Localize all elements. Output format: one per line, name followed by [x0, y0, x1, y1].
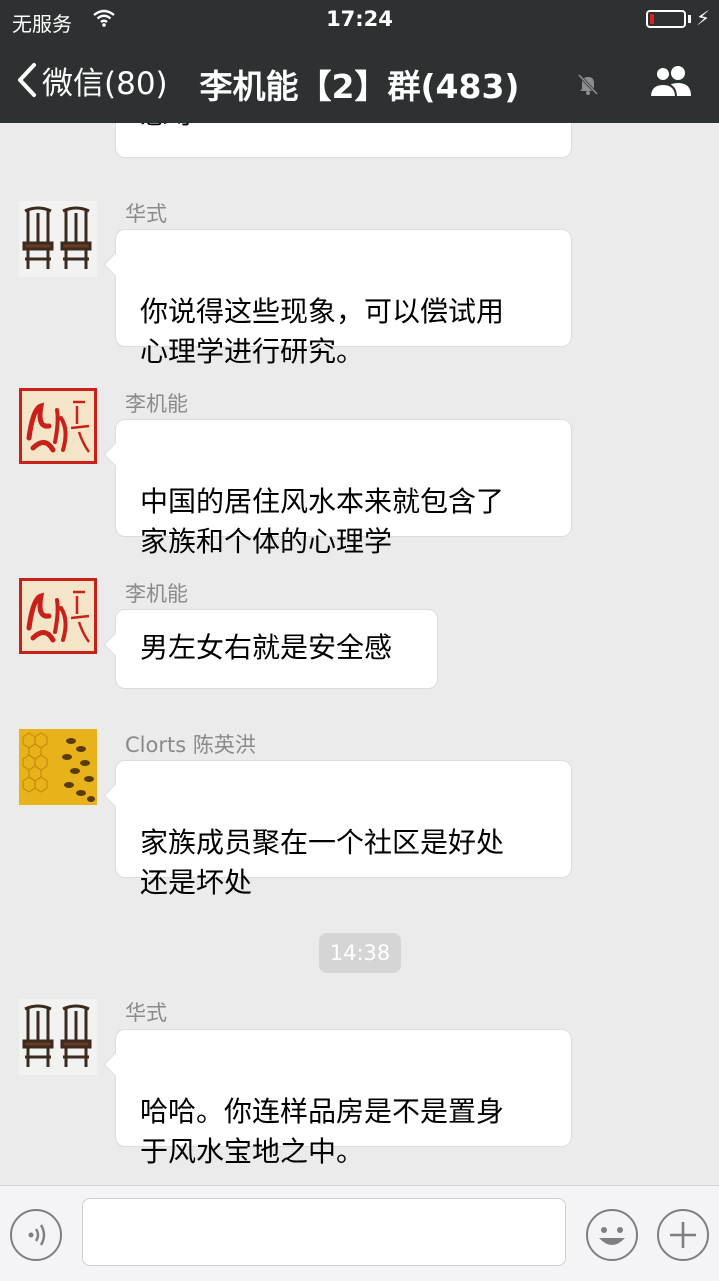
message-text: 你说得这些现象，可以偿试用 心理学进行研究。: [140, 295, 505, 368]
emoji-button[interactable]: [585, 1208, 639, 1266]
status-time: 17:24: [326, 7, 393, 31]
avatar[interactable]: [19, 578, 97, 654]
plus-icon: [657, 1209, 709, 1261]
honeycomb-bees-avatar-image: [19, 729, 97, 805]
red-calligraphy-avatar-image: [19, 388, 97, 464]
chairs-avatar-image: [19, 201, 97, 277]
charging-icon: ⚡: [696, 6, 711, 30]
message-bubble[interactable]: 男左女右就是安全感: [115, 609, 438, 689]
voice-button[interactable]: [9, 1208, 63, 1266]
chat-area[interactable]: 感等 华式 你说得这些现象，可以偿试用 心理学进行研究。 李机能: [0, 123, 719, 1185]
message-input[interactable]: [82, 1198, 566, 1266]
message-text: 男左女右就是安全感: [140, 631, 393, 664]
message-text: 哈哈。你连样品房是不是置身 于风水宝地之中。: [140, 1095, 505, 1168]
message-bubble[interactable]: 哈哈。你连样品房是不是置身 于风水宝地之中。: [115, 1029, 572, 1168]
message-bubble[interactable]: 你说得这些现象，可以偿试用 心理学进行研究。: [115, 229, 572, 368]
sender-name: 李机能: [125, 582, 188, 606]
emoji-icon: [586, 1209, 638, 1261]
battery-icon: [646, 10, 686, 28]
message-text: 中国的居住风水本来就包含了 家族和个体的心理学: [140, 485, 505, 558]
timestamp-badge: 14:38: [319, 933, 401, 973]
message-bubble[interactable]: 中国的居住风水本来就包含了 家族和个体的心理学: [115, 419, 572, 558]
top-bar: 无服务 17:24 ⚡ 微信(80) 李机能【2】群(483): [0, 0, 719, 123]
sender-name: 华式: [125, 202, 167, 226]
message-bubble[interactable]: 感等: [115, 123, 572, 158]
group-people-icon: [648, 66, 691, 98]
avatar[interactable]: [19, 388, 97, 464]
nav-bar: 微信(80) 李机能【2】群(483): [0, 40, 719, 123]
message-text: 家族成员聚在一个社区是好处 还是坏处: [140, 826, 505, 899]
input-bar: [0, 1185, 719, 1281]
battery-cap: [688, 15, 691, 23]
sender-name: Clorts 陈英洪: [125, 733, 256, 757]
more-button[interactable]: [656, 1208, 710, 1266]
group-members-button[interactable]: [648, 62, 694, 104]
chairs-avatar-image: [19, 999, 97, 1075]
mute-bell-icon: [576, 72, 600, 100]
message-bubble[interactable]: 家族成员聚在一个社区是好处 还是坏处: [115, 760, 572, 899]
voice-icon: [10, 1209, 62, 1261]
page-title: 李机能【2】群(483): [199, 67, 520, 106]
sender-name: 李机能: [125, 392, 188, 416]
battery-level-fill: [650, 14, 654, 24]
avatar[interactable]: [19, 999, 97, 1075]
status-bar: 无服务 17:24 ⚡: [0, 0, 719, 40]
message-text: 感等: [140, 123, 196, 130]
red-calligraphy-avatar-image: [19, 578, 97, 654]
sender-name: 华式: [125, 1001, 167, 1025]
avatar[interactable]: [19, 729, 97, 805]
avatar[interactable]: [19, 201, 97, 277]
